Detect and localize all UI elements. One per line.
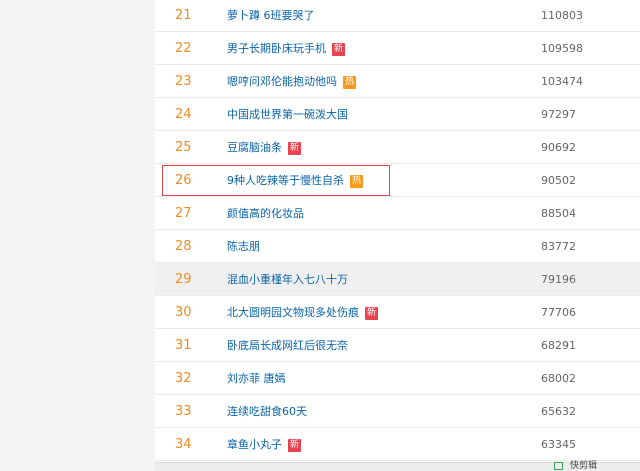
- rank-number: 26: [175, 173, 192, 188]
- topic-title[interactable]: 刘亦菲 唐嫣: [227, 372, 286, 385]
- rank-number: 23: [175, 74, 192, 89]
- topic-link[interactable]: 混血小重槿年入七八十万: [227, 263, 348, 296]
- search-count: 90502: [541, 174, 576, 187]
- rank-number: 25: [175, 140, 192, 155]
- search-count: 63345: [541, 438, 576, 451]
- list-row[interactable]: 29 混血小重槿年入七八十万 79196: [155, 263, 640, 296]
- hot-badge: 热: [343, 75, 356, 89]
- topic-title[interactable]: 卧底局长成网红后很无奈: [227, 339, 348, 352]
- search-count: 90692: [541, 141, 576, 154]
- search-count: 103474: [541, 75, 583, 88]
- topic-title[interactable]: 陈志朋: [227, 240, 260, 253]
- rank-number: 33: [175, 404, 192, 419]
- list-row[interactable]: 26 9种人吃辣等于慢性自杀热 90502: [155, 164, 640, 197]
- hot-badge: 热: [350, 174, 363, 188]
- new-badge: 新: [365, 306, 378, 320]
- topic-title[interactable]: 北大圆明园文物现多处伤痕: [227, 306, 359, 319]
- topic-link[interactable]: 颜值高的化妆品: [227, 197, 304, 230]
- topic-link[interactable]: 嗯哼问邓伦能抱动他吗热: [227, 65, 356, 98]
- play-icon[interactable]: [554, 462, 563, 470]
- search-count: 79196: [541, 273, 576, 286]
- rank-number: 30: [175, 305, 192, 320]
- list-row[interactable]: 34 章鱼小丸子新 63345: [155, 428, 640, 461]
- topic-title[interactable]: 颜值高的化妆品: [227, 207, 304, 220]
- rank-number: 34: [175, 437, 192, 452]
- topic-link[interactable]: 卧底局长成网红后很无奈: [227, 329, 348, 362]
- topic-link[interactable]: 男子长期卧床玩手机新: [227, 32, 345, 65]
- rank-number: 24: [175, 107, 192, 122]
- search-count: 83772: [541, 240, 576, 253]
- topic-link[interactable]: 中国成世界第一碗泼大国: [227, 98, 348, 131]
- new-badge: 新: [332, 42, 345, 56]
- topic-title[interactable]: 章鱼小丸子: [227, 438, 282, 451]
- topic-link[interactable]: 连续吃甜食60天: [227, 395, 307, 428]
- list-row[interactable]: 22 男子长期卧床玩手机新 109598: [155, 32, 640, 65]
- list-row[interactable]: 27 颜值高的化妆品 88504: [155, 197, 640, 230]
- list-row[interactable]: 21 萝卜蹲 6班要哭了 110803: [155, 0, 640, 32]
- list-row[interactable]: 32 刘亦菲 唐嫣 68002: [155, 362, 640, 395]
- list-row[interactable]: 25 豆腐脑油条新 90692: [155, 131, 640, 164]
- topic-title[interactable]: 中国成世界第一碗泼大国: [227, 108, 348, 121]
- topic-link[interactable]: 9种人吃辣等于慢性自杀热: [227, 164, 363, 197]
- topic-link[interactable]: 章鱼小丸子新: [227, 428, 301, 461]
- list-row[interactable]: 31 卧底局长成网红后很无奈 68291: [155, 329, 640, 362]
- rank-number: 31: [175, 338, 192, 353]
- list-row[interactable]: 28 陈志朋 83772: [155, 230, 640, 263]
- search-count: 88504: [541, 207, 576, 220]
- topic-link[interactable]: 刘亦菲 唐嫣: [227, 362, 286, 395]
- search-count: 109598: [541, 42, 583, 55]
- topic-title[interactable]: 9种人吃辣等于慢性自杀: [227, 174, 344, 187]
- search-count: 65632: [541, 405, 576, 418]
- topic-link[interactable]: 陈志朋: [227, 230, 260, 263]
- topic-link[interactable]: 萝卜蹲 6班要哭了: [227, 0, 315, 32]
- search-count: 68291: [541, 339, 576, 352]
- rank-number: 28: [175, 239, 192, 254]
- search-count: 68002: [541, 372, 576, 385]
- list-row[interactable]: 24 中国成世界第一碗泼大国 97297: [155, 98, 640, 131]
- topic-link[interactable]: 豆腐脑油条新: [227, 131, 301, 164]
- rank-number: 21: [175, 8, 192, 23]
- rank-number: 22: [175, 41, 192, 56]
- list-row[interactable]: 23 嗯哼问邓伦能抱动他吗热 103474: [155, 65, 640, 98]
- topic-title[interactable]: 萝卜蹲 6班要哭了: [227, 9, 315, 22]
- search-count: 97297: [541, 108, 576, 121]
- new-badge: 新: [288, 141, 301, 155]
- topic-title[interactable]: 豆腐脑油条: [227, 141, 282, 154]
- topic-title[interactable]: 连续吃甜食60天: [227, 405, 307, 418]
- search-count: 77706: [541, 306, 576, 319]
- topic-title[interactable]: 男子长期卧床玩手机: [227, 42, 326, 55]
- search-count: 110803: [541, 9, 583, 22]
- topic-title[interactable]: 嗯哼问邓伦能抱动他吗: [227, 75, 337, 88]
- list-row[interactable]: 33 连续吃甜食60天 65632: [155, 395, 640, 428]
- rank-number: 32: [175, 371, 192, 386]
- new-badge: 新: [288, 438, 301, 452]
- topic-link[interactable]: 北大圆明园文物现多处伤痕新: [227, 296, 378, 329]
- rank-number: 29: [175, 272, 192, 287]
- topic-title[interactable]: 混血小重槿年入七八十万: [227, 273, 348, 286]
- rank-number: 27: [175, 206, 192, 221]
- list-row[interactable]: 30 北大圆明园文物现多处伤痕新 77706: [155, 296, 640, 329]
